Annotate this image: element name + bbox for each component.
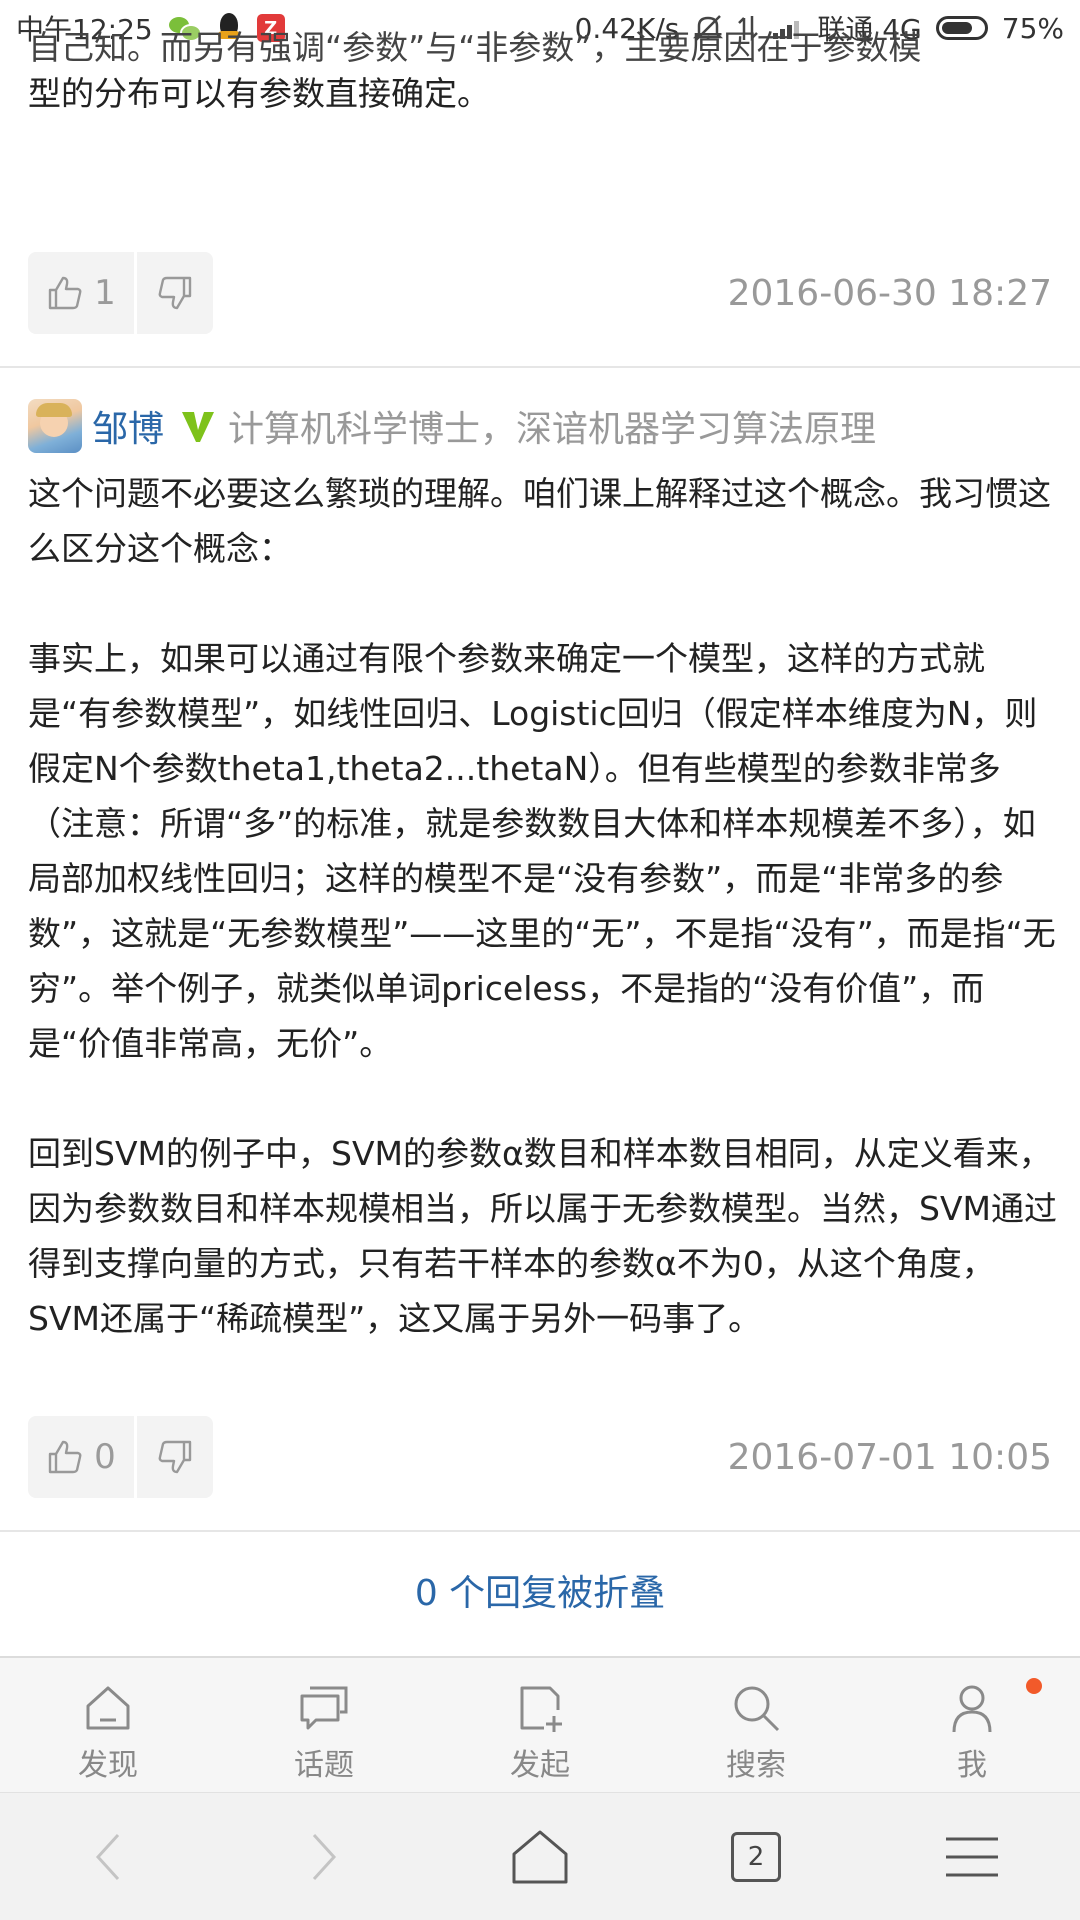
tab-count: 2 [731, 1831, 781, 1882]
answer-timestamp: 2016-06-30 18:27 [727, 272, 1052, 314]
tabs-button[interactable]: 2 [648, 1831, 864, 1882]
tab-discover[interactable]: 发现 [0, 1658, 216, 1792]
compose-icon [520, 1686, 562, 1732]
upvote-button[interactable]: 1 [28, 252, 134, 334]
user-icon [952, 1685, 992, 1733]
verified-badge-icon [182, 412, 215, 442]
answer-paragraph: 这个问题不必要这么繁琐的理解。咱们课上解释过这个概念。我习惯这么区分这个概念： [28, 474, 1051, 568]
upvote-button[interactable]: 0 [28, 1416, 134, 1498]
tab-label: 发现 [78, 1748, 138, 1783]
answer-actions: 1 2016-06-30 18:27 [28, 252, 1052, 334]
answer-author-row: 邹博 计算机科学博士，深谙机器学习算法原理 [28, 398, 876, 454]
tab-compose[interactable]: 发起 [432, 1658, 648, 1792]
home-button[interactable] [432, 1828, 648, 1886]
thumbs-down-icon [158, 276, 192, 310]
vote-group: 0 [28, 1416, 213, 1498]
answer-paragraph: 回到SVM的例子中，SVM的参数α数目和样本数目相同，从定义看来，因为参数数目和… [28, 1134, 1057, 1338]
tab-me[interactable]: 我 [864, 1658, 1080, 1792]
back-button[interactable] [0, 1831, 216, 1883]
author-avatar[interactable] [28, 399, 82, 453]
answer-actions: 0 2016-07-01 10:05 [28, 1416, 1052, 1498]
browser-nav-bar: 2 [0, 1792, 1080, 1920]
vote-group: 1 [28, 252, 213, 334]
thumbs-up-icon [48, 276, 82, 310]
thumbs-down-icon [158, 1440, 192, 1474]
tab-label: 搜索 [726, 1748, 786, 1783]
author-bio: 计算机科学博士，深谙机器学习算法原理 [228, 409, 877, 450]
answer-timestamp: 2016-07-01 10:05 [727, 1436, 1052, 1478]
tab-topics[interactable]: 话题 [216, 1658, 432, 1792]
home-icon [512, 1830, 568, 1883]
downvote-button[interactable] [137, 252, 213, 334]
previous-answer-text: 自己知。而另有强调“参数”与“非参数”，主要原因在于参数模 型的分布可以有参数直… [28, 28, 1058, 122]
search-icon [734, 1686, 780, 1732]
home-icon [86, 1686, 130, 1730]
upvote-count: 1 [94, 273, 116, 313]
answer-paragraph: 事实上，如果可以通过有限个参数来确定一个模型，这样的方式就是“有参数模型”，如线… [28, 639, 1056, 1063]
collapsed-replies-link[interactable]: 0 个回复被折叠 [0, 1564, 1080, 1616]
tab-search[interactable]: 搜索 [648, 1658, 864, 1792]
author-name[interactable]: 邹博 [92, 400, 164, 452]
answer-divider [0, 366, 1080, 368]
cut-off-line: 自己知。而另有强调“参数”与“非参数”，主要原因在于参数模 [28, 28, 922, 67]
tab-label: 我 [957, 1748, 987, 1783]
forward-button[interactable] [216, 1831, 432, 1883]
hamburger-menu-icon [946, 1837, 998, 1876]
chat-icon [300, 1686, 348, 1730]
battery-icon [935, 16, 988, 40]
bottom-tab-bar: 发现 话题 发起 搜索 我 [0, 1656, 1080, 1792]
tab-label: 发起 [510, 1748, 570, 1783]
tab-label: 话题 [294, 1748, 354, 1783]
thumbs-up-icon [48, 1440, 82, 1474]
downvote-button[interactable] [137, 1416, 213, 1498]
battery-percent: 75% [1001, 11, 1064, 45]
notification-dot [1026, 1678, 1042, 1694]
answer-divider [0, 1530, 1080, 1532]
chevron-right-icon [312, 1833, 337, 1880]
chevron-left-icon [95, 1833, 120, 1880]
upvote-count: 0 [94, 1437, 116, 1477]
menu-button[interactable] [864, 1835, 1080, 1879]
answer-body: 这个问题不必要这么繁琐的理解。咱们课上解释过这个概念。我习惯这么区分这个概念： … [28, 466, 1058, 1346]
